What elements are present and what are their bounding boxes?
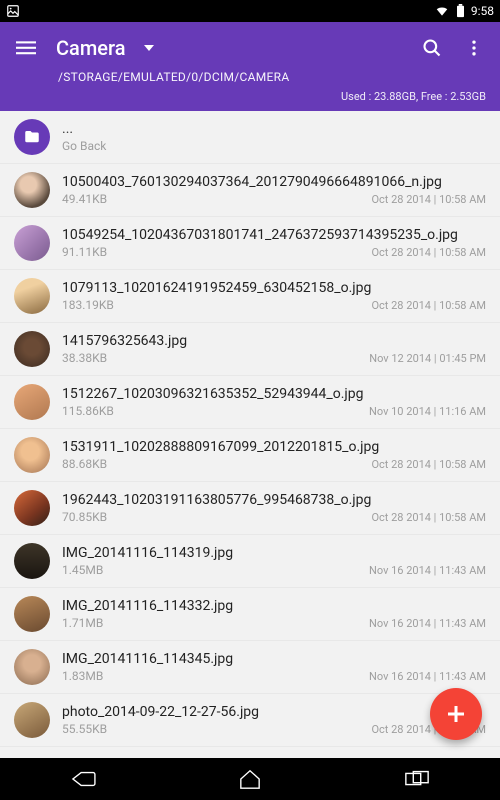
file-thumbnail [14, 490, 50, 526]
file-date: Oct 28 2014 | 10:58 AM [371, 299, 486, 312]
file-thumbnail [14, 225, 50, 261]
file-list: ... Go Back 10500403_760130294037364_201… [0, 111, 500, 758]
file-size: 55.55KB [62, 722, 107, 736]
breadcrumb-path: /STORAGE/EMULATED/0/DCIM/CAMERA [58, 70, 486, 84]
system-nav-bar [0, 758, 500, 800]
file-size: 1.83MB [62, 669, 103, 683]
file-row[interactable]: 1962443_10203191163805776_995468738_o.jp… [0, 482, 500, 535]
file-thumbnail [14, 172, 50, 208]
storage-info: Used : 23.88GB, Free : 2.53GB [14, 90, 486, 103]
file-thumbnail [14, 278, 50, 314]
file-name: 1415796325643.jpg [62, 333, 486, 349]
file-thumbnail [14, 437, 50, 473]
battery-icon [456, 4, 465, 18]
file-name: IMG_20141116_114345.jpg [62, 651, 486, 667]
file-size: 1.45MB [62, 563, 103, 577]
file-size: 1.71MB [62, 616, 103, 630]
file-date: Nov 16 2014 | 11:43 AM [369, 617, 486, 630]
back-button[interactable] [53, 764, 113, 794]
file-row[interactable]: IMG_20141116_114345.jpg 1.83MB Nov 16 2014… [0, 641, 500, 694]
file-name: 1962443_10203191163805776_995468738_o.jp… [62, 492, 486, 508]
file-date: Oct 28 2014 | 10:58 AM [371, 511, 486, 524]
file-row[interactable]: IMG_20141116_114319.jpg 1.45MB Nov 16 2014… [0, 535, 500, 588]
file-row[interactable]: 1415796325643.jpg 38.38KB Nov 12 2014 | 01… [0, 323, 500, 376]
file-row[interactable]: IMG_20141116_114332.jpg 1.71MB Nov 16 2014… [0, 588, 500, 641]
image-icon [6, 4, 20, 18]
file-thumbnail [14, 649, 50, 685]
go-back-row[interactable]: ... Go Back [0, 111, 500, 164]
file-size: 183.19KB [62, 298, 114, 312]
file-size: 88.68KB [62, 457, 107, 471]
status-time: 9:58 [471, 4, 494, 18]
app-bar: Camera /STORAGE/EMULATED/0/DCIM/CAMERA U… [0, 22, 500, 111]
file-name: IMG_20141116_114319.jpg [62, 545, 486, 561]
home-button[interactable] [220, 764, 280, 794]
file-row[interactable]: photo_2014-09-22_12-27-56.jpg55.55KBOct … [0, 694, 500, 747]
file-thumbnail [14, 702, 50, 738]
file-name: 10549254_10204367031801741_2476372593714… [62, 227, 486, 243]
file-date: Nov 16 2014 | 11:43 AM [369, 670, 486, 683]
wifi-icon [434, 4, 450, 18]
go-back-label: Go Back [62, 139, 106, 153]
file-name: photo_2014-09-22_12-27-56.jpg [62, 704, 486, 720]
file-date: Nov 10 2014 | 11:16 AM [369, 405, 486, 418]
file-size: 70.85KB [62, 510, 107, 524]
go-back-dots: ... [62, 121, 486, 137]
folder-icon [14, 119, 50, 155]
file-row[interactable]: 10549254_10204367031801741_2476372593714… [0, 217, 500, 270]
file-size: 49.41KB [62, 192, 107, 206]
page-title: Camera [56, 36, 125, 60]
file-date: Nov 16 2014 | 11:43 AM [369, 564, 486, 577]
file-name: 1079113_10201624191952459_630452158_o.jp… [62, 280, 486, 296]
file-date: Oct 28 2014 | 10:58 AM [371, 458, 486, 471]
file-name: 10500403_760130294037364_201279049666489… [62, 174, 486, 190]
file-row[interactable]: 1531911_10202888809167099_2012201815_o.j… [0, 429, 500, 482]
file-thumbnail [14, 596, 50, 632]
file-name: IMG_20141116_114332.jpg [62, 598, 486, 614]
add-fab[interactable] [430, 688, 482, 740]
recent-apps-button[interactable] [387, 764, 447, 794]
file-size: 91.11KB [62, 245, 107, 259]
file-thumbnail [14, 331, 50, 367]
title-dropdown[interactable] [137, 36, 161, 60]
file-name: 1512267_10203096321635352_52943944_o.jpg [62, 386, 486, 402]
file-row[interactable]: 10500403_760130294037364_201279049666489… [0, 164, 500, 217]
status-bar: 9:58 [0, 0, 500, 22]
search-button[interactable] [420, 36, 444, 60]
file-thumbnail [14, 543, 50, 579]
file-size: 38.38KB [62, 351, 107, 365]
file-name: 1531911_10202888809167099_2012201815_o.j… [62, 439, 486, 455]
overflow-menu-button[interactable] [462, 36, 486, 60]
file-date: Nov 12 2014 | 01:45 PM [369, 352, 486, 365]
file-row[interactable]: 1512267_10203096321635352_52943944_o.jpg… [0, 376, 500, 429]
menu-button[interactable] [14, 36, 38, 60]
file-date: Oct 28 2014 | 10:58 AM [371, 246, 486, 259]
file-row[interactable]: 1079113_10201624191952459_630452158_o.jp… [0, 270, 500, 323]
file-thumbnail [14, 384, 50, 420]
file-date: Oct 28 2014 | 10:58 AM [371, 193, 486, 206]
file-size: 115.86KB [62, 404, 114, 418]
